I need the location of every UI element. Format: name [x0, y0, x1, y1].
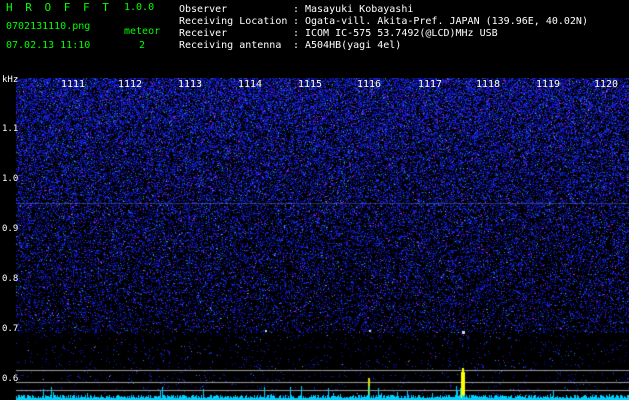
x-tick-label: 1115: [298, 79, 323, 90]
y-tick-label: 1.1: [2, 124, 19, 134]
info-row-observer: Observer : Masayuki Kobayashi: [179, 4, 588, 16]
info-separator: :: [293, 16, 300, 27]
x-tick-label: 1112: [118, 79, 143, 90]
y-tick-label: 0.6: [2, 374, 19, 384]
meteor-label: meteor: [124, 26, 161, 37]
x-tick-label: 1120: [594, 79, 619, 90]
info-label: Receiver: [179, 28, 228, 39]
info-row-antenna: Receiving antenna : A504HB(yagi 4el): [179, 40, 588, 52]
info-separator: :: [293, 28, 300, 39]
spectrogram-area: [0, 78, 629, 400]
y-axis-unit: kHz: [2, 75, 19, 85]
x-tick-label: 1114: [238, 79, 263, 90]
hrofft-window: H R O F F T 1.0.0 0702131110.png 07.02.1…: [0, 0, 629, 400]
file-name: 0702131110.png: [6, 21, 91, 32]
station-info: Observer : Masayuki Kobayashi Receiving …: [179, 4, 588, 52]
info-row-location: Receiving Location : Ogata-vill. Akita-P…: [179, 16, 588, 28]
info-separator: :: [293, 4, 300, 15]
info-label: Receiving Location: [179, 16, 288, 27]
y-tick-label: 0.9: [2, 224, 19, 234]
info-label: Receiving antenna: [179, 40, 282, 51]
y-tick-label: 0.8: [2, 274, 19, 284]
meteor-count: 2: [139, 40, 146, 51]
app-version: 1.0.0: [124, 2, 155, 13]
y-tick-label: 0.7: [2, 324, 19, 334]
info-value: Masayuki Kobayashi: [305, 4, 414, 15]
x-tick-label: 1111: [61, 79, 86, 90]
file-datetime: 07.02.13 11:10: [6, 40, 91, 51]
info-value: ICOM IC-575 53.7492(@LCD)MHz USB: [305, 28, 498, 39]
info-value: Ogata-vill. Akita-Pref. JAPAN (139.96E, …: [305, 16, 588, 27]
x-tick-label: 1116: [357, 79, 382, 90]
y-tick-label: 1.0: [2, 174, 19, 184]
x-tick-label: 1118: [476, 79, 501, 90]
info-label: Observer: [179, 4, 228, 15]
info-row-receiver: Receiver : ICOM IC-575 53.7492(@LCD)MHz …: [179, 28, 588, 40]
x-tick-label: 1119: [536, 79, 561, 90]
x-tick-label: 1113: [178, 79, 203, 90]
x-tick-label: 1117: [418, 79, 443, 90]
info-separator: :: [293, 40, 300, 51]
info-value: A504HB(yagi 4el): [305, 40, 402, 51]
app-title: H R O F F T: [6, 1, 112, 14]
spectrogram-canvas: [0, 78, 629, 400]
